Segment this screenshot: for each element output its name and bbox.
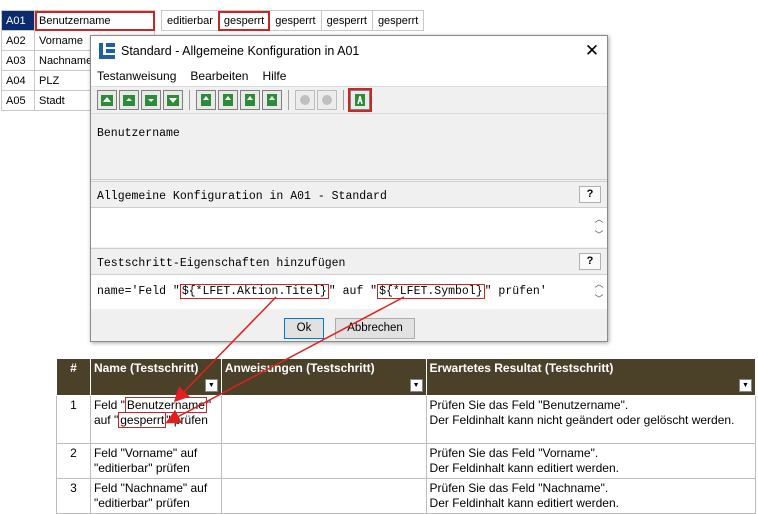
config-section-title: Allgemeine Konfiguration in A01 - Standa… [97,190,387,203]
filter-dropdown-icon[interactable]: ▼ [409,379,423,392]
apply-icon[interactable] [348,88,372,112]
properties-text-area[interactable]: name='Feld " ${*LFET.Aktion.Titel} " auf "… [91,274,607,309]
state-cell[interactable]: gesperrt [371,10,425,31]
table-row[interactable]: 3 Feld "Nachname" auf "editierbar" prüfen… [56,478,757,514]
state-cell[interactable]: gesperrt [320,10,373,31]
field-id[interactable]: A04 [1,70,35,91]
help-button[interactable]: ? [579,253,601,270]
selection-panel: Benutzername [91,116,607,180]
scroll-down-icon[interactable]: ﹀ [593,228,605,242]
table-row[interactable]: 2 Feld "Vorname" auf "editierbar" prüfen … [56,443,757,479]
step-name[interactable]: Feld "Nachname" auf "editierbar" prüfen [89,478,222,514]
field-id[interactable]: A03 [1,50,35,71]
redo-icon[interactable] [317,90,337,110]
field-name[interactable]: Benutzername [34,10,155,31]
symbol-variable: ${*LFET.Symbol} [377,284,485,299]
close-icon[interactable]: ✕ [577,41,607,61]
paste-icon[interactable] [262,90,282,110]
scroll-up-icon[interactable]: ︿ [593,277,605,291]
move-first-icon[interactable] [97,90,117,110]
expression-text: name='Feld " ${*LFET.Aktion.Titel} " auf "… [97,284,547,299]
action-title-variable: ${*LFET.Aktion.Titel} [179,284,329,299]
state-highlight: gesperrt [118,412,167,428]
row-number: 2 [56,443,91,479]
menu-hilfe[interactable]: Hilfe [262,69,286,83]
filter-dropdown-icon[interactable]: ▼ [739,379,752,392]
field-row[interactable]: A01 Benutzername [1,10,155,31]
table-row[interactable]: 1 Feld " Benutzername " auf " gesperrt " prüf… [56,395,757,444]
cancel-button[interactable]: Abbrechen [335,318,415,339]
move-prev-icon[interactable] [119,90,139,110]
state-cell-selected[interactable]: gesperrt [217,10,271,31]
app-logo-icon [99,43,115,59]
copy-icon[interactable] [240,90,260,110]
test-steps-table: # Name (Testschritt) ▼ Anweisungen (Tests… [56,358,757,514]
state-cell[interactable]: gesperrt [269,10,322,31]
step-name[interactable]: Feld "Vorname" auf "editierbar" prüfen [89,443,222,479]
scroll-up-icon[interactable]: ︿ [593,212,605,226]
properties-section-header: Testschritt-Eigenschaften hinzufügen ? [91,248,607,274]
config-section-header: Allgemeine Konfiguration in A01 - Standa… [91,181,607,207]
state-row: editierbar gesperrt gesperrt gesperrt ge… [161,10,425,31]
step-instructions[interactable] [220,443,427,479]
config-dialog: Standard - Allgemeine Konfiguration in A… [90,35,608,342]
step-name[interactable]: Feld " Benutzername " auf " gesperrt " prüfen [89,395,222,444]
step-instructions[interactable] [220,395,427,444]
menu-testanweisung[interactable]: Testanweisung [97,69,176,83]
toolbar [91,86,607,114]
table-header-row: # Name (Testschritt) ▼ Anweisungen (Tests… [56,358,757,396]
step-result[interactable]: Prüfen Sie das Feld "Nachname". Der Feldi… [425,478,757,514]
menu-bearbeiten[interactable]: Bearbeiten [190,69,248,83]
column-header-name: Name (Testschritt) ▼ [89,358,222,396]
move-last-icon[interactable] [163,90,183,110]
step-result[interactable]: Prüfen Sie das Feld "Vorname". Der Feldin… [425,443,757,479]
dialog-titlebar: Standard - Allgemeine Konfiguration in A… [91,36,607,66]
ok-button[interactable]: Ok [284,318,324,339]
row-number: 3 [56,478,91,514]
help-button[interactable]: ? [579,186,601,203]
properties-section-title: Testschritt-Eigenschaften hinzufügen [97,257,346,270]
column-header-instructions: Anweisungen (Testschritt) ▼ [220,358,427,396]
row-number: 1 [56,395,91,444]
field-id[interactable]: A02 [1,30,35,51]
filter-dropdown-icon[interactable]: ▼ [204,379,218,392]
selection-text: Benutzername [97,127,180,140]
insert-before-icon[interactable] [196,90,216,110]
toolbar-separator [189,90,190,110]
column-header-expected: Erwartetes Resultat (Testschritt) ▼ [425,358,757,396]
config-text-area[interactable]: ︿ ﹀ [91,207,607,247]
column-header-number: # [56,358,91,396]
field-id[interactable]: A01 [1,10,35,31]
toolbar-separator [343,90,344,110]
menu-bar: Testanweisung Bearbeiten Hilfe [91,66,607,86]
scroll-down-icon[interactable]: ﹀ [593,292,605,306]
state-cell[interactable]: editierbar [161,10,219,31]
step-instructions[interactable] [220,478,427,514]
field-id[interactable]: A05 [1,90,35,111]
dialog-title: Standard - Allgemeine Konfiguration in A… [121,44,360,58]
insert-after-icon[interactable] [218,90,238,110]
undo-icon[interactable] [295,90,315,110]
move-next-icon[interactable] [141,90,161,110]
field-name-highlight: Benutzername [124,397,207,413]
step-result[interactable]: Prüfen Sie das Feld "Benutzername". Der F… [425,395,757,444]
toolbar-separator [288,90,289,110]
